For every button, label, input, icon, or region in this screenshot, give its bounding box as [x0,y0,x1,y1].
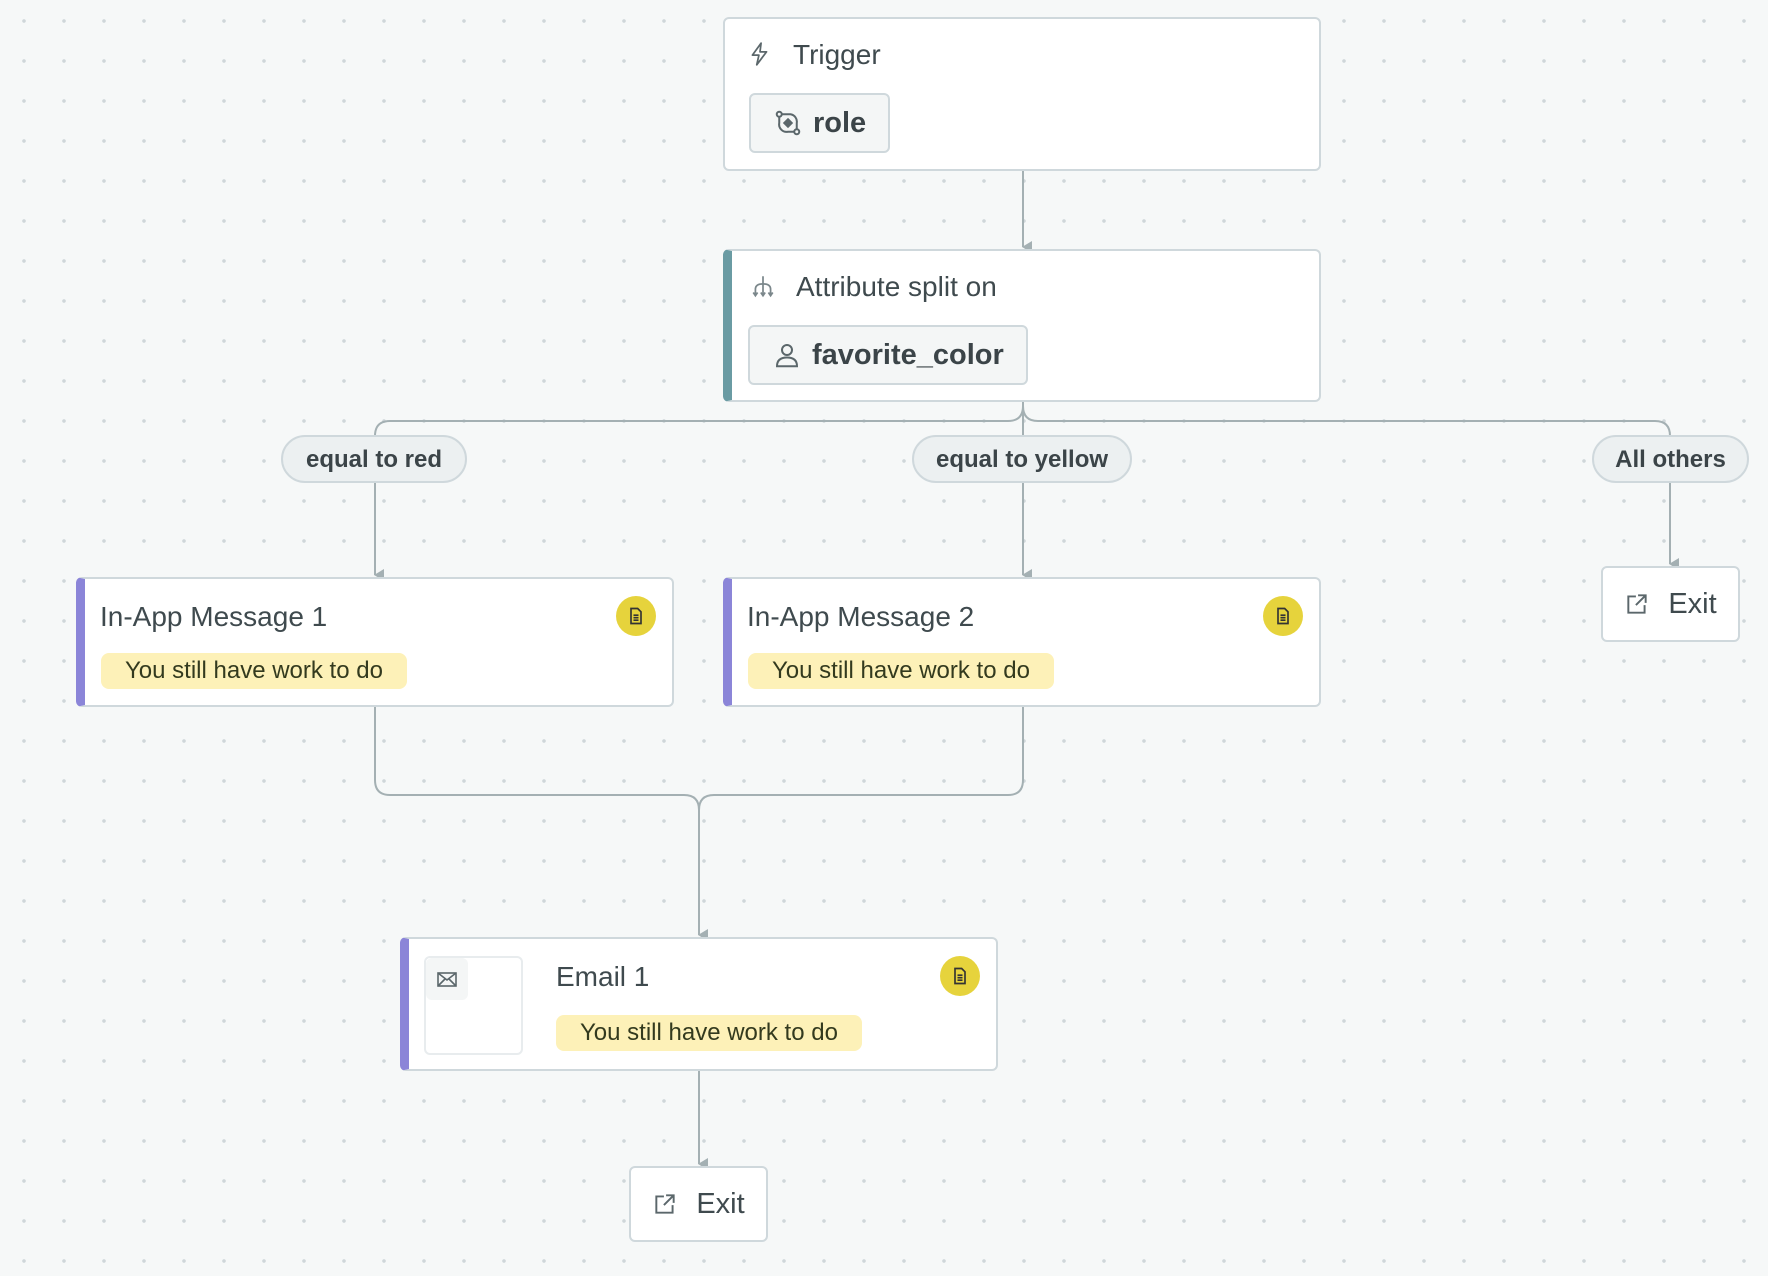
exit-node[interactable]: Exit [629,1166,768,1242]
message-title: In-App Message 2 [747,601,975,632]
split-title: Attribute split on [796,271,997,302]
split-chip-label: favorite_color [812,338,1004,371]
split-attribute-chip[interactable]: favorite_color [748,325,1028,385]
split-icon [750,273,778,301]
edge-split-branch-bus-right [1022,405,1671,437]
external-link-icon [655,1194,675,1214]
email-preview-thumbnail[interactable] [424,956,523,1055]
edge-split-branch-bus [374,401,1024,437]
exit-label: Exit [1668,587,1717,620]
external-link-icon [1627,594,1647,614]
status-badge: You still have work to do [101,653,407,689]
envelope-icon [426,958,468,1000]
branch-pill-yellow[interactable]: equal to yellow [912,435,1132,483]
person-icon [775,344,799,368]
lightning-icon [747,41,775,69]
trigger-event-chip[interactable]: role [749,93,891,153]
document-icon[interactable] [1263,596,1303,636]
message-title: In-App Message 1 [100,601,328,632]
email-node[interactable]: Email 1 You still have work to do [400,937,998,1071]
edge-iam2-merge [698,706,1024,811]
attribute-split-node[interactable]: Attribute split on favorite_color [723,249,1321,402]
status-badge: You still have work to do [556,1015,862,1051]
exit-node[interactable]: Exit [1601,566,1740,642]
status-badge: You still have work to do [748,653,1054,689]
branch-pill-red[interactable]: equal to red [281,435,467,483]
document-icon[interactable] [940,956,980,996]
email-title: Email 1 [556,961,650,992]
event-icon [775,110,801,136]
document-icon[interactable] [616,596,656,636]
trigger-title: Trigger [793,39,881,70]
trigger-node[interactable]: Trigger role [723,17,1321,171]
trigger-chip-label: role [813,106,867,139]
in-app-message-node[interactable]: In-App Message 2 You still have work to … [723,577,1321,707]
in-app-message-node[interactable]: In-App Message 1 You still have work to … [76,577,674,707]
edge-iam1-merge [374,706,700,811]
branch-pill-others[interactable]: All others [1592,435,1749,483]
exit-label: Exit [696,1187,745,1220]
